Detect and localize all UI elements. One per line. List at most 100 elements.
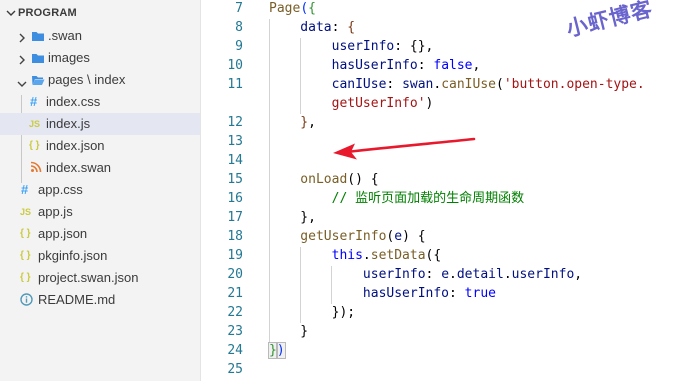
line-number: 13 <box>227 134 243 149</box>
code-token: setData <box>370 248 426 263</box>
tree-item-app-css[interactable]: # app.css <box>0 179 200 201</box>
tree-item-label: pkginfo.json <box>38 248 108 263</box>
tree-item-readme-md[interactable]: README.md <box>0 289 200 311</box>
code-token: : <box>425 267 442 282</box>
code-token: // 监听页面加载的生命周期函数 <box>269 191 525 206</box>
code-line: getUserInfo') <box>269 94 434 113</box>
line-number: 10 <box>227 58 243 73</box>
tree-item-swan-folder[interactable]: .swan <box>0 25 200 47</box>
js-file-icon: JS <box>20 207 32 217</box>
line-number: 14 <box>227 153 243 168</box>
code-token: onLoad <box>269 172 348 187</box>
code-token: } <box>269 324 309 339</box>
tree-item-app-js[interactable]: JS app.js <box>0 201 200 223</box>
code-line: userInfo: {}, <box>269 37 434 56</box>
folder-open-icon <box>31 73 45 87</box>
code-editor[interactable]: 7 8 9 10 11 12 13 14 15 16 17 18 19 20 21 22 23 24 25 Page… <box>201 0 695 381</box>
line-number: 19 <box>227 248 243 263</box>
code-token: swan <box>402 77 434 92</box>
line-number: 7 <box>235 1 243 16</box>
code-token: userInfo <box>269 39 395 54</box>
code-token: () { <box>347 172 379 187</box>
code-line: // 监听页面加载的生命周期函数 <box>269 189 524 208</box>
code-line: Page({ <box>269 0 316 18</box>
tree-item-label: .swan <box>48 28 82 43</box>
tree-item-label: project.swan.json <box>38 270 139 285</box>
code-line: hasUserInfo: true <box>269 284 496 303</box>
tree-item-index-swan[interactable]: index.swan <box>0 157 200 179</box>
folder-icon <box>31 51 45 65</box>
line-number: 8 <box>235 20 243 35</box>
line-number: 12 <box>227 115 243 130</box>
code-token: false <box>433 58 473 73</box>
chevron-down-icon <box>6 8 16 21</box>
tree-item-label: app.json <box>38 226 88 241</box>
code-token: Page <box>269 1 301 16</box>
code-token: ( <box>496 77 504 92</box>
line-number: 17 <box>227 210 243 225</box>
tree-item-project-swan-json[interactable]: { } project.swan.json <box>0 267 200 289</box>
line-number: 9 <box>235 39 243 54</box>
tree-item-label: README.md <box>38 292 116 307</box>
code-line: }, <box>269 208 316 227</box>
line-number: 11 <box>227 77 243 92</box>
annotation-arrow <box>333 137 476 160</box>
json-file-icon: { } <box>20 272 31 283</box>
code-token: } <box>268 342 278 359</box>
code-token: hasUserInfo <box>269 286 450 301</box>
tree-item-index-css[interactable]: # index.css <box>0 91 200 113</box>
code-token: { <box>308 1 316 16</box>
line-number: 15 <box>227 172 243 187</box>
code-token: this <box>269 248 363 263</box>
code-line: } <box>269 322 308 341</box>
code-token: userInfo <box>269 267 426 282</box>
code-token: e <box>441 267 450 282</box>
code-token: . <box>362 248 371 263</box>
code-line: canIUse: swan.canIUse('button.open-type. <box>269 75 645 94</box>
code-token: ) { <box>402 229 426 244</box>
tree-item-images-folder[interactable]: images <box>0 47 200 69</box>
tree-item-index-js[interactable]: JS index.js <box>0 113 200 135</box>
tree-item-index-json[interactable]: { } index.json <box>0 135 200 157</box>
tree-item-pages-index-folder[interactable]: pages \ index <box>0 69 200 91</box>
indent-guide <box>300 247 301 323</box>
code-token: : <box>386 77 403 92</box>
explorer-section-header[interactable]: PROGRAM <box>0 4 200 24</box>
code-line: this.setData({ <box>269 246 442 265</box>
indent-guide <box>331 266 332 304</box>
tree-item-app-json[interactable]: { } app.json <box>0 223 200 245</box>
explorer-sidebar: PROGRAM .swan images pages \ index # ind… <box>0 0 201 381</box>
json-file-icon: { } <box>20 228 31 239</box>
code-token: 'button.open-type. <box>503 77 645 92</box>
json-file-icon: { } <box>20 250 31 261</box>
code-token: getUserInfo <box>269 229 387 244</box>
code-token: ) <box>275 342 286 359</box>
line-number: 18 <box>227 229 243 244</box>
section-title: PROGRAM <box>18 7 77 19</box>
indent-guide <box>269 19 270 342</box>
code-token: ( <box>300 1 309 16</box>
code-token: canIUse <box>441 77 496 92</box>
code-token: } <box>269 115 309 130</box>
code-token: true <box>464 286 496 301</box>
line-number: 25 <box>227 362 243 377</box>
line-number: 24 <box>227 343 243 358</box>
rss-icon <box>30 161 44 175</box>
code-token: : {}, <box>394 39 434 54</box>
code-token: { <box>347 20 356 35</box>
code-token: . <box>449 267 457 282</box>
tree-item-label: app.css <box>38 182 83 197</box>
code-token: : <box>449 286 465 301</box>
indent-guide <box>300 38 301 114</box>
code-token: . <box>503 267 512 282</box>
code-token: userInfo <box>511 267 575 282</box>
line-number: 23 <box>227 324 243 339</box>
code-line: }) <box>268 341 286 360</box>
code-line: }, <box>269 113 316 132</box>
code-token: }); <box>269 305 356 320</box>
tree-item-pkginfo-json[interactable]: { } pkginfo.json <box>0 245 200 267</box>
code-line: data: { <box>269 18 355 37</box>
folder-icon <box>31 29 45 43</box>
json-file-icon: { } <box>29 140 40 151</box>
code-token: , <box>472 58 481 73</box>
